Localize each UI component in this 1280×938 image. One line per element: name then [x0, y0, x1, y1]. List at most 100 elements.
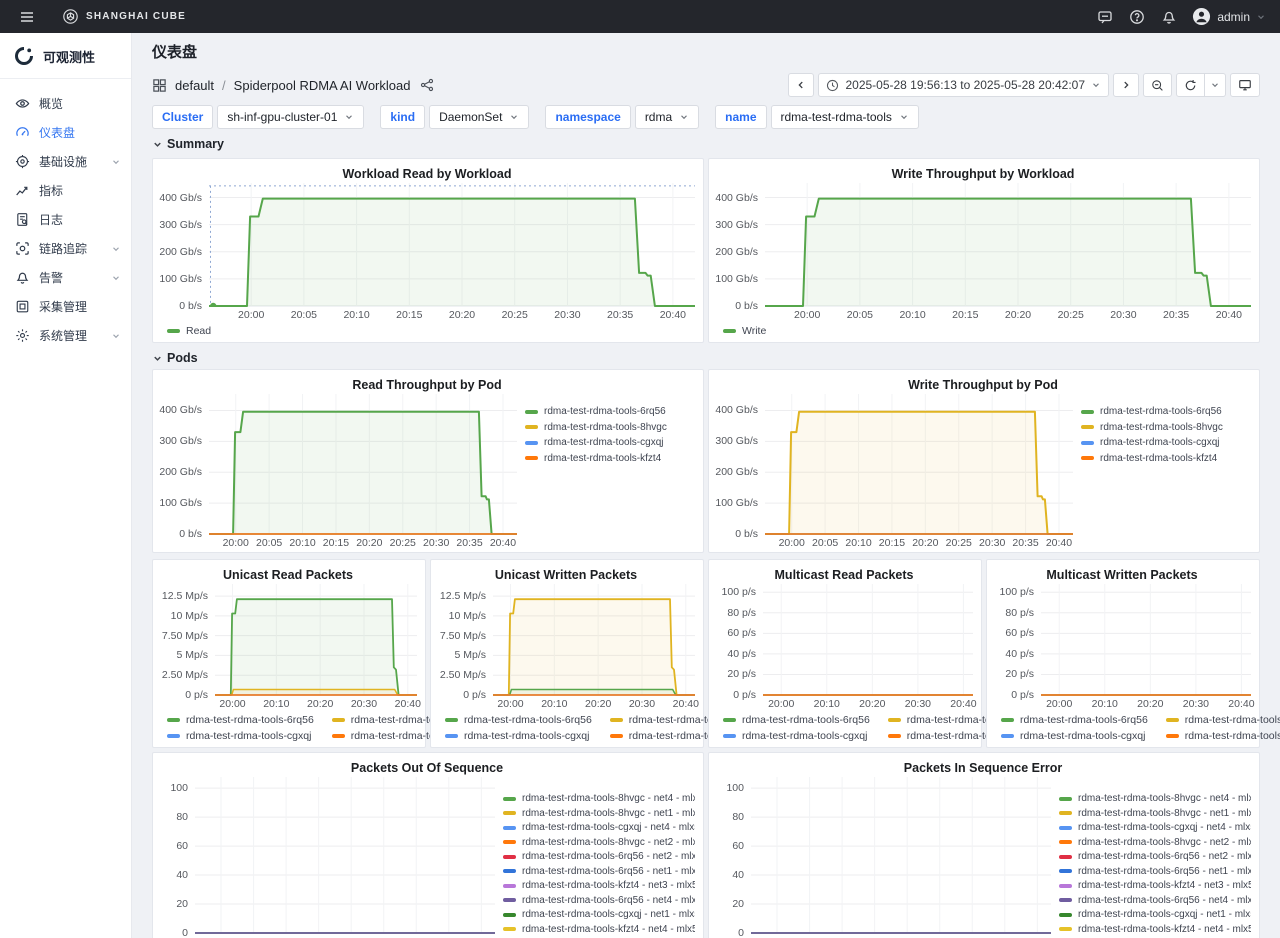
legend-item[interactable]: rdma-test-rdma-tools-6rq56 - net2 - mlx5…: [1059, 851, 1251, 862]
breadcrumb-dashboard[interactable]: Spiderpool RDMA AI Workload: [234, 78, 411, 93]
legend-item[interactable]: rdma-test-rdma-tools-kfzt4: [1081, 453, 1251, 464]
chart-plot-area[interactable]: [765, 183, 1251, 307]
sidebar-item-gauge[interactable]: 仪表盘: [0, 118, 131, 147]
x-tick-label: 20:35: [1012, 537, 1038, 549]
help-icon[interactable]: [1124, 4, 1150, 30]
zoom-out-button[interactable]: [1143, 73, 1172, 97]
legend-item[interactable]: rdma-test-rdma-tools-cgxqj: [1081, 437, 1251, 448]
sidebar-item-trace[interactable]: 链路追踪: [0, 234, 131, 263]
legend-item[interactable]: Read: [167, 325, 211, 337]
section-summary[interactable]: Summary: [152, 136, 1260, 152]
legend-item[interactable]: rdma-test-rdma-tools-6rq56: [723, 714, 870, 726]
legend-item[interactable]: Write: [723, 325, 766, 337]
filter-value-dropdown[interactable]: rdma: [635, 105, 699, 129]
legend-item[interactable]: rdma-test-rdma-tools-8hvgc - net4 - mlx5…: [503, 793, 695, 804]
bell-icon[interactable]: [1156, 4, 1182, 30]
section-pods[interactable]: Pods: [152, 350, 1260, 366]
time-shift-back-button[interactable]: [788, 73, 814, 97]
legend-item[interactable]: rdma-test-rdma-tools-8hvgc: [1081, 422, 1251, 433]
chart-plot-area[interactable]: [765, 394, 1073, 535]
legend-item[interactable]: rdma-test-rdma-tools-6rq56 - net4 - mlx5…: [1059, 895, 1251, 906]
legend-item[interactable]: rdma-test-rdma-tools-cgxqj: [167, 730, 314, 742]
x-axis: 20:0020:0520:1020:1520:2020:2520:3020:35…: [209, 307, 695, 322]
brand[interactable]: SHANGHAI CUBE: [62, 8, 186, 25]
legend-item[interactable]: rdma-test-rdma-tools-cgxqj: [525, 437, 695, 448]
user-menu[interactable]: admin: [1192, 7, 1266, 26]
legend-item[interactable]: rdma-test-rdma-tools-8hvgc - net2 - mlx5…: [1059, 837, 1251, 848]
filter-value-dropdown[interactable]: rdma-test-rdma-tools: [771, 105, 919, 129]
legend-item[interactable]: rdma-test-rdma-tools-8hvgc - net1 - mlx5…: [503, 808, 695, 819]
legend-item[interactable]: rdma-test-rdma-tools-cgxqj: [445, 730, 592, 742]
legend-item[interactable]: rdma-test-rdma-tools-6rq56 - net4 - mlx5…: [503, 895, 695, 906]
legend-item[interactable]: rdma-test-rdma-tools-kfzt4 - net4 - mlx5…: [503, 924, 695, 935]
legend-item[interactable]: rdma-test-rdma-tools-cgxqj: [1001, 730, 1148, 742]
chart-plot-area[interactable]: [209, 394, 517, 535]
x-tick-label: 20:35: [1163, 309, 1189, 321]
time-shift-forward-button[interactable]: [1113, 73, 1139, 97]
x-tick-label: 20:00: [497, 698, 523, 710]
sidebar-item-eye[interactable]: 概览: [0, 89, 131, 118]
legend-item[interactable]: rdma-test-rdma-tools-6rq56: [525, 406, 695, 417]
legend-item[interactable]: rdma-test-rdma-tools-6rq56 - net1 - mlx5…: [503, 866, 695, 877]
legend-item[interactable]: rdma-test-rdma-tools-cgxqj - net4 - mlx5…: [503, 822, 695, 833]
sidebar-item-infra[interactable]: 基础设施: [0, 147, 131, 176]
chart-title[interactable]: Unicast Read Packets: [159, 566, 417, 584]
chart-plot-area[interactable]: [1041, 584, 1251, 696]
legend-item[interactable]: rdma-test-rdma-tools-6rq56 - net2 - mlx5…: [503, 851, 695, 862]
chart-plot-area[interactable]: [763, 584, 973, 696]
hamburger-icon[interactable]: [14, 4, 40, 30]
legend-item[interactable]: rdma-test-rdma-tools-6rq56: [1081, 406, 1251, 417]
sidebar-item-collect[interactable]: 采集管理: [0, 292, 131, 321]
chart-title[interactable]: Multicast Read Packets: [715, 566, 973, 584]
legend-item[interactable]: rdma-test-rdma-tools-6rq56: [445, 714, 592, 726]
chart-title[interactable]: Packets In Sequence Error: [715, 759, 1251, 777]
legend-item[interactable]: rdma-test-rdma-tools-cgxqj - net1 - mlx5…: [503, 909, 695, 920]
chevron-down-icon: [1091, 80, 1101, 90]
chart-title[interactable]: Read Throughput by Pod: [159, 376, 695, 394]
legend-item[interactable]: rdma-test-rdma-tools-kfzt4 - net3 - mlx5…: [1059, 880, 1251, 891]
share-icon[interactable]: [420, 78, 434, 92]
sidebar-item-gear[interactable]: 系统管理: [0, 321, 131, 350]
chart-plot-area[interactable]: [195, 777, 495, 934]
chart-title[interactable]: Packets Out Of Sequence: [159, 759, 695, 777]
legend-item[interactable]: rdma-test-rdma-tools-8hvgc - net1 - mlx5…: [1059, 808, 1251, 819]
y-tick-label: 0 p/s: [463, 689, 486, 701]
sidebar-item-bell[interactable]: 告警: [0, 263, 131, 292]
legend-item[interactable]: rdma-test-rdma-tools-8hvgc: [1166, 714, 1280, 726]
chart-title[interactable]: Workload Read by Workload: [159, 165, 695, 183]
chart-panel: Multicast Written Packets0 p/s20 p/s40 p…: [986, 559, 1260, 748]
tv-mode-button[interactable]: [1230, 73, 1260, 97]
chart-title[interactable]: Multicast Written Packets: [993, 566, 1251, 584]
legend-item[interactable]: rdma-test-rdma-tools-8hvgc - net4 - mlx5…: [1059, 793, 1251, 804]
chart-plot-area[interactable]: [493, 584, 695, 696]
legend-item[interactable]: rdma-test-rdma-tools-kfzt4 - net3 - mlx5…: [503, 880, 695, 891]
chart-title[interactable]: Write Throughput by Workload: [715, 165, 1251, 183]
chart-title[interactable]: Unicast Written Packets: [437, 566, 695, 584]
legend-item[interactable]: rdma-test-rdma-tools-cgxqj: [723, 730, 870, 742]
legend-item[interactable]: rdma-test-rdma-tools-8hvgc - net2 - mlx5…: [503, 837, 695, 848]
legend-item[interactable]: rdma-test-rdma-tools-kfzt4: [1166, 730, 1280, 742]
legend-item[interactable]: rdma-test-rdma-tools-6rq56 - net1 - mlx5…: [1059, 866, 1251, 877]
refresh-interval-dropdown[interactable]: [1205, 73, 1226, 97]
legend-item[interactable]: rdma-test-rdma-tools-6rq56: [1001, 714, 1148, 726]
legend-item[interactable]: rdma-test-rdma-tools-kfzt4: [525, 453, 695, 464]
legend-item[interactable]: rdma-test-rdma-tools-cgxqj - net1 - mlx5…: [1059, 909, 1251, 920]
message-icon[interactable]: [1092, 4, 1118, 30]
legend-item[interactable]: rdma-test-rdma-tools-kfzt4 - net4 - mlx5…: [1059, 924, 1251, 935]
breadcrumb-folder[interactable]: default: [175, 78, 214, 93]
sidebar-item-metrics[interactable]: 指标: [0, 176, 131, 205]
chart-plot-area[interactable]: [209, 183, 695, 307]
chart-title[interactable]: Write Throughput by Pod: [715, 376, 1251, 394]
legend-item[interactable]: rdma-test-rdma-tools-6rq56: [167, 714, 314, 726]
filter-value-dropdown[interactable]: sh-inf-gpu-cluster-01: [217, 105, 364, 129]
legend-label: rdma-test-rdma-tools-8hvgc - net2 - mlx5…: [1078, 837, 1251, 848]
chart-plot-area[interactable]: [751, 777, 1051, 934]
sidebar-item-logs[interactable]: 日志: [0, 205, 131, 234]
time-range-picker[interactable]: 2025-05-28 19:56:13 to 2025-05-28 20:42:…: [818, 73, 1109, 97]
filter-value-dropdown[interactable]: DaemonSet: [429, 105, 529, 129]
legend-item[interactable]: rdma-test-rdma-tools-cgxqj - net4 - mlx5…: [1059, 822, 1251, 833]
chart-plot-area[interactable]: [215, 584, 417, 696]
legend-item[interactable]: rdma-test-rdma-tools-8hvgc: [525, 422, 695, 433]
x-tick-label: 20:25: [502, 309, 528, 321]
refresh-button[interactable]: [1176, 73, 1205, 97]
